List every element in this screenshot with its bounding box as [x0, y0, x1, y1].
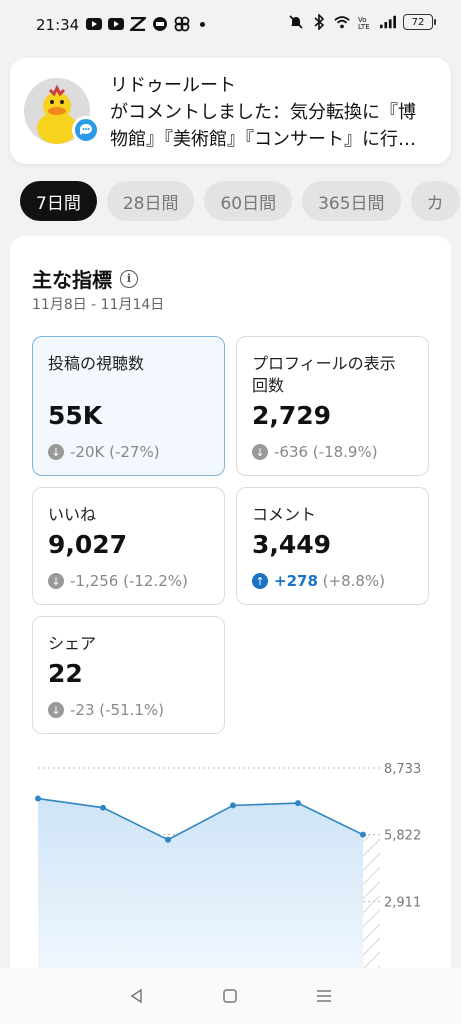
svg-text:LTE: LTE [358, 23, 370, 30]
status-time: 21:34 [36, 16, 80, 34]
notification-message-cont: 物館』『美術館』『コンサート』に行… [110, 129, 416, 150]
back-icon[interactable] [125, 984, 149, 1008]
arrow-down-icon: ↓ [48, 573, 64, 589]
metric-change-group: +278 (+8.8%) [274, 572, 385, 590]
data-point [35, 795, 41, 802]
app-icon [130, 16, 146, 32]
period-tabs: 7日間 28日間 60日間 365日間 カ [20, 181, 460, 221]
data-point [165, 836, 171, 843]
tab-60-days[interactable]: 60日間 [204, 181, 293, 221]
status-bar: 21:34 Vo LTE 72 [0, 0, 461, 52]
y-tick-label: 5,822 [384, 829, 421, 844]
metric-change-text: -1,256 (-12.2%) [70, 572, 188, 590]
metric-change-percent: (+8.8%) [317, 572, 386, 590]
arrow-down-icon: ↓ [48, 444, 64, 460]
metric-change: ↓ -20K (-27%) [48, 443, 160, 461]
series-area [38, 798, 363, 996]
metric-change-text: -636 (-18.9%) [274, 443, 378, 461]
data-point [100, 804, 106, 811]
metric-value: 22 [48, 659, 83, 688]
notification-text: リドゥールート がコメントしました：気分転換に『博 物館』『美術館』『コンサート… [110, 72, 440, 153]
fan-icon [174, 16, 190, 32]
info-icon[interactable]: i [120, 269, 138, 288]
y-tick-label: 2,911 [384, 895, 421, 910]
metric-change: ↑ +278 (+8.8%) [252, 572, 385, 590]
metric-label: 投稿の視聴数 [48, 354, 145, 373]
metric-value: 9,027 [48, 530, 128, 559]
metric-change: ↓ -636 (-18.9%) [252, 443, 378, 461]
youtube-icon [86, 16, 102, 32]
metric-change-text: -23 (-51.1%) [70, 701, 165, 719]
data-point [230, 802, 236, 809]
metric-change-text: -20K (-27%) [70, 443, 160, 461]
battery-indicator: 72 [403, 14, 436, 30]
card-title-text: 主な指標 [32, 268, 112, 292]
arrow-up-icon: ↑ [252, 573, 268, 589]
metric-change: ↓ -23 (-51.1%) [48, 701, 164, 719]
metric-value: 2,729 [252, 401, 332, 430]
system-icons: Vo LTE 72 [288, 14, 436, 30]
metric-label: プロフィールの表示 回数 [252, 353, 396, 397]
y-tick-label: 8,733 [384, 762, 421, 777]
metric-profile-views[interactable]: プロフィールの表示 回数 2,729 ↓ -636 (-18.9%) [236, 336, 429, 476]
app-icon [152, 16, 168, 32]
youtube-icon [108, 16, 124, 32]
system-nav-bar [0, 968, 461, 1024]
notification-username: リドゥールート [110, 75, 236, 96]
data-point [295, 800, 301, 807]
metric-shares[interactable]: シェア 22 ↓ -23 (-51.1%) [32, 616, 225, 734]
home-icon[interactable] [218, 984, 242, 1008]
views-trend-chart: 8,733 5,822 2,911 [35, 762, 421, 996]
bluetooth-icon [311, 14, 327, 30]
tab-365-days[interactable]: 365日間 [302, 181, 401, 221]
metric-label: シェア [48, 634, 97, 653]
tab-28-days[interactable]: 28日間 [106, 181, 195, 221]
data-point [360, 831, 366, 838]
tab-7-days[interactable]: 7日間 [20, 181, 97, 221]
metric-label: いいね [48, 505, 97, 524]
metric-likes[interactable]: いいね 9,027 ↓ -1,256 (-12.2%) [32, 487, 225, 605]
card-title: 主な指標 i [32, 264, 138, 293]
comment-icon [72, 116, 100, 144]
menu-icon[interactable] [312, 984, 336, 1008]
comment-notification[interactable]: リドゥールート がコメントしました：気分転換に『博 物館』『美術館』『コンサート… [10, 58, 451, 164]
metric-change: ↓ -1,256 (-12.2%) [48, 572, 188, 590]
metric-value: 55K [48, 401, 103, 430]
metric-label: コメント [252, 505, 317, 524]
notification-message: がコメントしました：気分転換に『博 [110, 102, 416, 123]
arrow-down-icon: ↓ [252, 444, 268, 460]
metric-comments[interactable]: コメント 3,449 ↑ +278 (+8.8%) [236, 487, 429, 605]
metric-change-number: +278 [274, 572, 318, 590]
signal-icon [380, 14, 396, 30]
tab-custom[interactable]: カ [410, 181, 460, 221]
mute-icon [288, 14, 304, 30]
wifi-icon [334, 14, 350, 30]
metric-label-line1: プロフィールの表示 [252, 354, 396, 373]
metric-value: 3,449 [252, 530, 332, 559]
metric-views[interactable]: 投稿の視聴数 55K ↓ -20K (-27%) [32, 336, 225, 476]
arrow-down-icon: ↓ [48, 702, 64, 718]
metric-label-line2: 回数 [252, 376, 285, 395]
more-notifications-dot [200, 21, 205, 27]
volte-icon: Vo LTE [357, 14, 373, 30]
date-range: 11月8日 - 11月14日 [32, 297, 165, 313]
key-metrics-card: 主な指標 i 11月8日 - 11月14日 投稿の視聴数 55K ↓ -20K … [10, 236, 451, 996]
notification-icons [86, 16, 205, 32]
